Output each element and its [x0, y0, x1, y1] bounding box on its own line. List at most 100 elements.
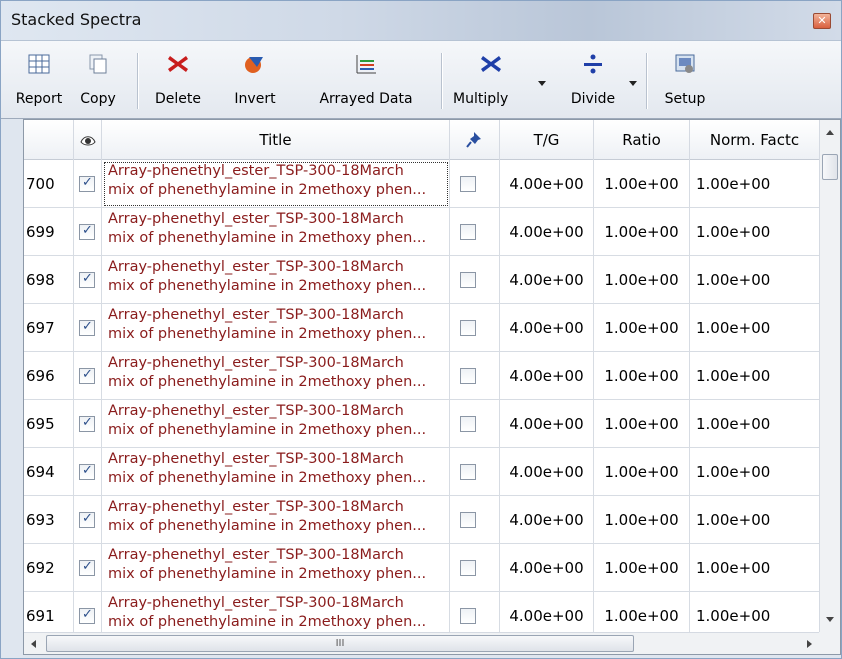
title-bar[interactable]: Stacked Spectra ✕	[1, 1, 841, 41]
pin-checkbox[interactable]	[460, 512, 476, 528]
ratio-header[interactable]: Ratio	[594, 120, 690, 160]
pin-checkbox[interactable]	[460, 320, 476, 336]
table-row[interactable]: 696 Array-phenethyl_ester_TSP-300-18March…	[24, 352, 819, 400]
ratio-value[interactable]: 1.00e+00	[594, 256, 690, 304]
visible-checkbox[interactable]	[79, 463, 95, 480]
tg-value[interactable]: 4.00e+00	[500, 448, 594, 496]
ratio-value[interactable]: 1.00e+00	[594, 160, 690, 208]
visible-checkbox[interactable]	[79, 367, 95, 384]
pin-checkbox[interactable]	[460, 368, 476, 384]
pin-checkbox[interactable]	[460, 560, 476, 576]
grid-icon	[28, 54, 50, 74]
multiply-dropdown-icon[interactable]	[538, 81, 546, 86]
pin-checkbox[interactable]	[460, 176, 476, 192]
title-line-1: Array-phenethyl_ester_TSP-300-18March	[108, 451, 404, 467]
scroll-left-icon[interactable]	[31, 640, 36, 648]
title-cell[interactable]: Array-phenethyl_ester_TSP-300-18March mix…	[102, 208, 450, 256]
norm-factor-value[interactable]: 1.00e+00	[690, 256, 819, 304]
pin-header[interactable]	[450, 120, 500, 160]
copy-button[interactable]: Copy	[71, 47, 125, 113]
tg-value[interactable]: 4.00e+00	[500, 352, 594, 400]
ratio-value[interactable]: 1.00e+00	[594, 352, 690, 400]
visible-checkbox[interactable]	[79, 511, 95, 528]
norm-factor-value[interactable]: 1.00e+00	[690, 208, 819, 256]
table-header: Title T/G Ratio Norm. Factc	[24, 120, 819, 160]
tg-value[interactable]: 4.00e+00	[500, 160, 594, 208]
scroll-right-icon[interactable]	[807, 640, 812, 648]
invert-button[interactable]: Invert	[217, 47, 293, 113]
vertical-scroll-thumb[interactable]	[822, 154, 838, 180]
title-cell[interactable]: Array-phenethyl_ester_TSP-300-18March mix…	[102, 400, 450, 448]
title-cell[interactable]: Array-phenethyl_ester_TSP-300-18March mix…	[102, 160, 450, 208]
table-row[interactable]: 693 Array-phenethyl_ester_TSP-300-18March…	[24, 496, 819, 544]
norm-factor-value[interactable]: 1.00e+00	[690, 448, 819, 496]
table-row[interactable]: 697 Array-phenethyl_ester_TSP-300-18March…	[24, 304, 819, 352]
norm-factor-value[interactable]: 1.00e+00	[690, 496, 819, 544]
title-cell[interactable]: Array-phenethyl_ester_TSP-300-18March mix…	[102, 448, 450, 496]
ratio-value[interactable]: 1.00e+00	[594, 208, 690, 256]
visible-checkbox[interactable]	[79, 559, 95, 576]
pin-checkbox[interactable]	[460, 608, 476, 624]
tg-value[interactable]: 4.00e+00	[500, 256, 594, 304]
tg-value[interactable]: 4.00e+00	[500, 400, 594, 448]
table-row[interactable]: 698 Array-phenethyl_ester_TSP-300-18March…	[24, 256, 819, 304]
eye-icon	[79, 136, 96, 146]
table-row[interactable]: 700 Array-phenethyl_ester_TSP-300-18March…	[24, 160, 819, 208]
norm-factor-value[interactable]: 1.00e+00	[690, 352, 819, 400]
visible-checkbox[interactable]	[79, 607, 95, 624]
horizontal-scroll-thumb[interactable]: III	[46, 635, 634, 652]
pin-checkbox[interactable]	[460, 464, 476, 480]
scroll-down-icon[interactable]	[826, 617, 834, 622]
visible-cell	[74, 352, 102, 400]
title-cell[interactable]: Array-phenethyl_ester_TSP-300-18March mix…	[102, 352, 450, 400]
delete-button[interactable]: Delete	[145, 47, 211, 113]
visible-checkbox[interactable]	[79, 319, 95, 336]
norm-factor-value[interactable]: 1.00e+00	[690, 304, 819, 352]
visibility-header[interactable]	[74, 120, 102, 160]
norm-factor-value[interactable]: 1.00e+00	[690, 400, 819, 448]
row-number: 696	[24, 352, 74, 400]
tg-value[interactable]: 4.00e+00	[500, 496, 594, 544]
visible-checkbox[interactable]	[79, 271, 95, 288]
title-cell[interactable]: Array-phenethyl_ester_TSP-300-18March mix…	[102, 256, 450, 304]
table-row[interactable]: 695 Array-phenethyl_ester_TSP-300-18March…	[24, 400, 819, 448]
title-cell[interactable]: Array-phenethyl_ester_TSP-300-18March mix…	[102, 496, 450, 544]
ratio-value[interactable]: 1.00e+00	[594, 544, 690, 592]
norm-factor-value[interactable]: 1.00e+00	[690, 160, 819, 208]
divide-dropdown-icon[interactable]	[629, 81, 637, 86]
pin-checkbox[interactable]	[460, 416, 476, 432]
visible-checkbox[interactable]	[79, 175, 95, 192]
arrayed-data-label: Arrayed Data	[319, 91, 413, 107]
norm-factor-value[interactable]: 1.00e+00	[690, 544, 819, 592]
arrayed-data-button[interactable]: Arrayed Data	[301, 47, 431, 113]
setup-button[interactable]: Setup	[653, 47, 717, 113]
norm-factor-header[interactable]: Norm. Factc	[690, 120, 819, 160]
ratio-value[interactable]: 1.00e+00	[594, 304, 690, 352]
tg-value[interactable]: 4.00e+00	[500, 304, 594, 352]
multiply-button[interactable]: Multiply	[447, 47, 535, 113]
tg-value[interactable]: 4.00e+00	[500, 208, 594, 256]
pin-checkbox[interactable]	[460, 272, 476, 288]
table-row[interactable]: 699 Array-phenethyl_ester_TSP-300-18March…	[24, 208, 819, 256]
title-cell[interactable]: Array-phenethyl_ester_TSP-300-18March mix…	[102, 304, 450, 352]
vertical-scrollbar[interactable]	[819, 120, 840, 632]
row-number: 693	[24, 496, 74, 544]
title-cell[interactable]: Array-phenethyl_ester_TSP-300-18March mix…	[102, 544, 450, 592]
pin-checkbox[interactable]	[460, 224, 476, 240]
visible-checkbox[interactable]	[79, 223, 95, 240]
ratio-value[interactable]: 1.00e+00	[594, 496, 690, 544]
table-row[interactable]: 694 Array-phenethyl_ester_TSP-300-18March…	[24, 448, 819, 496]
horizontal-scrollbar[interactable]: III	[24, 632, 819, 654]
report-button[interactable]: Report	[9, 47, 69, 113]
divide-button[interactable]: Divide	[553, 47, 633, 113]
tg-value[interactable]: 4.00e+00	[500, 544, 594, 592]
table-row[interactable]: 692 Array-phenethyl_ester_TSP-300-18March…	[24, 544, 819, 592]
ratio-value[interactable]: 1.00e+00	[594, 448, 690, 496]
pin-cell	[450, 448, 500, 496]
scroll-up-icon[interactable]	[826, 130, 834, 135]
tg-header[interactable]: T/G	[500, 120, 594, 160]
ratio-value[interactable]: 1.00e+00	[594, 400, 690, 448]
visible-checkbox[interactable]	[79, 415, 95, 432]
title-header[interactable]: Title	[102, 120, 450, 160]
close-icon[interactable]: ✕	[813, 13, 831, 29]
